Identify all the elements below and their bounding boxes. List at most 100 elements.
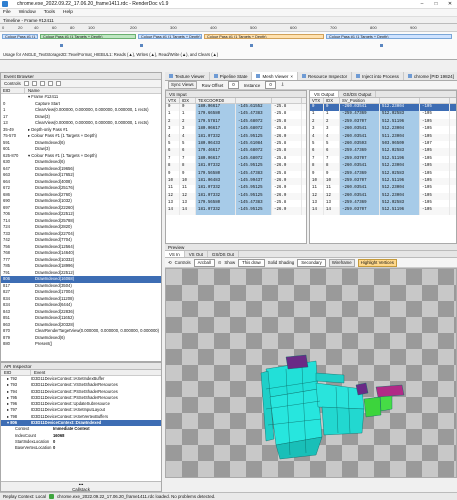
tab-chrome-process[interactable]: chrome [PID 19824] [404, 72, 457, 80]
grid-row[interactable]: 10 10 181.06483 -145.99437 -26.0 [166, 177, 306, 186]
grid-row[interactable]: 6 6 -259.47369 512.02583 -105 [310, 148, 456, 156]
grid-row[interactable]: 10 10 -259.03707 512.51196 -105 [310, 177, 456, 186]
grid-row[interactable]: 11 11 181.07332 -145.95125 -26.0 [166, 185, 306, 193]
controls-label: Controls [174, 260, 191, 265]
timeline-pass[interactable]: Colour Pass #1 (1 Targets + Depth) [326, 34, 452, 39]
grid-row[interactable]: 6 6 179.46617 -145.68072 -25.8 [166, 148, 306, 156]
grid-cell: -105 [420, 118, 450, 127]
grid-row[interactable]: 3 3 -260.03541 512.23004 -105 [310, 126, 456, 134]
minimize-button[interactable]: – [415, 1, 429, 7]
tab-gs-ds-output[interactable]: GS/DS Output [339, 91, 377, 97]
reset-camera-icon[interactable]: ⟲ [168, 260, 172, 266]
grid-column-header[interactable] [272, 98, 302, 103]
timeline-pass[interactable]: Colour Pass #1 (1 Targets + Depth) [2, 34, 38, 39]
tab-texture-viewer[interactable]: Texture Viewer [165, 72, 210, 80]
grid-row[interactable]: 5 5 180.06433 -145.61084 -25.8 [166, 140, 306, 149]
grid-cell: -105 [420, 192, 450, 201]
grid-row[interactable]: 1 1 179.66580 -145.47383 -25.8 [166, 111, 306, 119]
bookmark-icon[interactable] [39, 81, 45, 86]
pipeline-icon [213, 74, 218, 78]
export-icon[interactable] [55, 81, 61, 86]
grid-row[interactable]: 7 7 180.06617 -145.68072 -25.8 [166, 155, 306, 164]
grid-column-header[interactable] [380, 98, 420, 103]
grid-row[interactable]: 4 4 -260.03541 511.23004 -105 [310, 133, 456, 141]
tab-vs-in[interactable]: VS In [165, 251, 185, 257]
grid-row[interactable]: 0 0 180.06617 -145.61552 -25.8 [166, 104, 306, 112]
tab-pipeline-state[interactable]: Pipeline State [210, 72, 253, 80]
timeline-pass[interactable]: Colour Pass #1 (1 Targets + Depth) [40, 34, 136, 39]
wireframe-toggle[interactable]: Wireframe [328, 258, 355, 267]
mesh-preview-viewport[interactable] [165, 268, 457, 478]
grid-row[interactable]: 12 12 -260.03541 512.23004 -105 [310, 192, 456, 201]
callstack-section[interactable]: ••• Callstack [1, 481, 161, 491]
col-eid[interactable]: EID [1, 88, 25, 93]
api-col-event[interactable]: Event [31, 370, 45, 375]
fit-icon[interactable]: ⊙ [218, 260, 222, 266]
grid-row[interactable]: 0 0 -260.03541 512.23004 -105 [310, 104, 456, 112]
solid-shading-select[interactable]: Secondary [297, 258, 326, 267]
menu-file[interactable]: File [3, 10, 11, 15]
event-browser-toolbar: Controls [1, 80, 161, 88]
maximize-button[interactable]: □ [429, 1, 443, 7]
timeline-panel[interactable]: 0 20 40 60 80 100 200 300 400 500 600 70… [0, 24, 457, 60]
close-tab-icon[interactable]: × [290, 72, 293, 81]
find-icon[interactable] [31, 81, 37, 86]
tab-resource-inspector[interactable]: Resource Inspector [298, 72, 353, 80]
grid-column-header[interactable]: VTX [310, 98, 324, 103]
grid-row[interactable]: 13 13 -259.47369 512.02583 -105 [310, 200, 456, 208]
grid-cell: 180.06617 [196, 104, 236, 112]
grid-cell: 8 [180, 163, 196, 171]
grid-cell: 14 [180, 207, 196, 215]
grid-row[interactable]: 7 7 -259.03707 512.51196 -105 [310, 155, 456, 164]
replay-context[interactable]: Replay Context: Local [3, 494, 46, 499]
tab-mesh-viewer[interactable]: Mesh Viewer × [252, 72, 299, 81]
show-select[interactable]: This draw [238, 258, 265, 267]
grid-column-header[interactable]: IDX [180, 98, 196, 103]
grid-row[interactable]: 9 9 179.56580 -145.47383 -25.8 [166, 170, 306, 178]
highlight-vertices-toggle[interactable]: Highlight Vertices [357, 258, 397, 267]
grid-column-header[interactable]: VTX [166, 98, 180, 103]
col-name[interactable]: Name [25, 88, 40, 93]
grid-row[interactable]: 9 9 -259.47369 512.02583 -105 [310, 170, 456, 178]
tab-vs-output[interactable]: VS Output [310, 91, 340, 97]
grid-column-header[interactable]: TEXCOORD0 [196, 98, 236, 103]
grid-row[interactable]: 3 3 180.06617 -145.68072 -25.8 [166, 126, 306, 134]
grid-column-header[interactable] [420, 98, 450, 103]
grid-row[interactable]: 14 14 -259.03707 512.51196 -105 [310, 207, 456, 215]
grid-row[interactable]: 5 5 -260.03593 503.96509 -107 [310, 140, 456, 149]
close-button[interactable]: ✕ [443, 1, 457, 7]
grid-row[interactable]: 8 8 181.07332 -145.95125 -26.0 [166, 163, 306, 171]
tab-vs-out[interactable]: VS Out [185, 251, 208, 257]
grid-row[interactable]: 14 14 181.07332 -145.95125 -26.0 [166, 207, 306, 215]
api-col-eid[interactable]: EID [1, 370, 31, 375]
grid-row[interactable]: 13 13 179.56580 -145.47383 -25.8 [166, 200, 306, 208]
controls-select[interactable]: Arcball [193, 258, 215, 267]
grid-row[interactable]: 2 2 179.57817 -145.68072 -25.8 [166, 118, 306, 127]
menu-tools[interactable]: Tools [44, 10, 55, 15]
tab-inject-process[interactable]: Inject into Process [352, 72, 404, 80]
timeline-toggle-icon[interactable] [47, 81, 53, 86]
event-row[interactable]: 880 Present() [1, 341, 161, 348]
sync-views-button[interactable]: Sync Views [168, 81, 197, 89]
timeline-pass[interactable]: Colour Pass #1 (1 Targets + Depth) [138, 34, 202, 39]
menu-help[interactable]: Help [63, 10, 73, 15]
grid-row[interactable]: 4 4 181.07332 -145.95125 -26.0 [166, 133, 306, 141]
grid-row[interactable]: 1 1 -259.47369 512.02583 -105 [310, 111, 456, 119]
go-to-event-icon[interactable] [23, 81, 29, 86]
grid-row[interactable]: 11 11 -260.03541 512.23004 -105 [310, 185, 456, 193]
grid-column-header[interactable]: SV_Position [340, 98, 380, 103]
export-icon[interactable]: ⇩ [281, 82, 285, 88]
grid-row[interactable]: 8 8 -260.03541 512.23004 -105 [310, 163, 456, 171]
tab-gs-ds-out[interactable]: GS/DS Out [208, 251, 239, 257]
menu-window[interactable]: Window [19, 10, 36, 15]
grid-cell: 10 [166, 177, 180, 186]
instance-input[interactable]: 0 [265, 81, 276, 89]
grid-column-header[interactable]: IDX [324, 98, 340, 103]
ruler-tick: 800 [370, 25, 377, 30]
grid-column-header[interactable] [236, 98, 272, 103]
grid-row[interactable]: 2 2 -259.03707 512.51196 -105 [310, 118, 456, 127]
status-text: chrome.exe_2022.09.22_17.06.20_frame1411… [56, 494, 216, 499]
row-offset-input[interactable]: 0 [228, 81, 239, 89]
timeline-pass[interactable]: Colour Pass #1 (1 Targets + Depth) [204, 34, 324, 39]
grid-row[interactable]: 12 12 181.07332 -145.95125 -26.0 [166, 192, 306, 201]
